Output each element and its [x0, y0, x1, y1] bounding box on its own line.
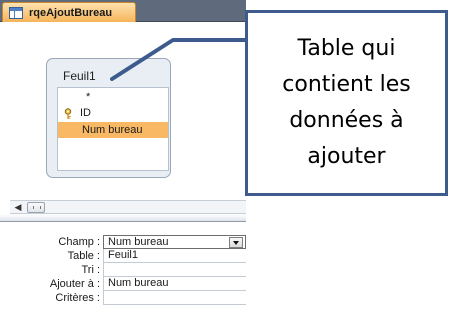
- field-list: * ID Num bureau: [57, 87, 169, 171]
- callout-text: Table qui contient les données à ajouter: [282, 36, 411, 169]
- grid-row-champ: Champ : Num bureau: [0, 235, 246, 249]
- table-cell[interactable]: Feuil1: [103, 249, 246, 263]
- pane-splitter[interactable]: [0, 214, 246, 222]
- query-icon: [9, 6, 23, 19]
- criteria-cell[interactable]: [103, 291, 246, 305]
- query-tab-label: rqeAjoutBureau: [29, 6, 113, 19]
- scroll-left-icon[interactable]: ◀: [12, 202, 24, 213]
- grid-row-tri: Tri :: [0, 263, 246, 277]
- field-item-all[interactable]: *: [58, 89, 168, 105]
- grid-row-label: Table :: [67, 250, 100, 262]
- append-to-cell[interactable]: Num bureau: [103, 277, 246, 291]
- grid-cell-value: Feuil1: [108, 249, 138, 261]
- dropdown-arrow-icon[interactable]: [229, 237, 243, 248]
- field-item-id[interactable]: ID: [58, 105, 168, 121]
- grid-row-label: Critères :: [55, 292, 100, 304]
- table-box-feuil1[interactable]: Feuil1 * ID Num bureau: [46, 58, 171, 178]
- field-label: *: [86, 91, 91, 103]
- design-grid: Champ : Num bureau Table : Feuil1 Tri : …: [0, 222, 246, 326]
- field-item-num-bureau[interactable]: Num bureau: [58, 122, 168, 138]
- callout-box: Table qui contient les données à ajouter: [245, 10, 448, 196]
- key-icon: [64, 108, 72, 119]
- grid-cell-value: Num bureau: [108, 236, 169, 248]
- table-box-title: Feuil1: [63, 69, 96, 83]
- document-tab-strip: rqeAjoutBureau: [0, 0, 246, 22]
- table-pane: Feuil1 * ID Num bureau: [0, 22, 246, 192]
- horizontal-scrollbar[interactable]: ◀: [10, 200, 246, 214]
- grid-row-table: Table : Feuil1: [0, 249, 246, 263]
- grid-row-ajouter: Ajouter à : Num bureau: [0, 277, 246, 291]
- scrollbar-thumb[interactable]: [27, 202, 45, 213]
- field-label: ID: [80, 107, 91, 119]
- field-label: Num bureau: [82, 124, 143, 136]
- query-tab[interactable]: rqeAjoutBureau: [2, 2, 136, 22]
- grid-row-label: Tri :: [81, 264, 100, 276]
- sort-cell[interactable]: [103, 263, 246, 277]
- grid-row-criteres: Critères :: [0, 291, 246, 305]
- field-select[interactable]: Num bureau: [103, 235, 246, 249]
- grid-row-label: Champ :: [58, 236, 100, 248]
- grid-row-label: Ajouter à :: [49, 278, 100, 290]
- grid-cell-value: Num bureau: [108, 277, 169, 289]
- query-design-window: rqeAjoutBureau Feuil1 * ID Num bureau ◀ …: [0, 0, 246, 326]
